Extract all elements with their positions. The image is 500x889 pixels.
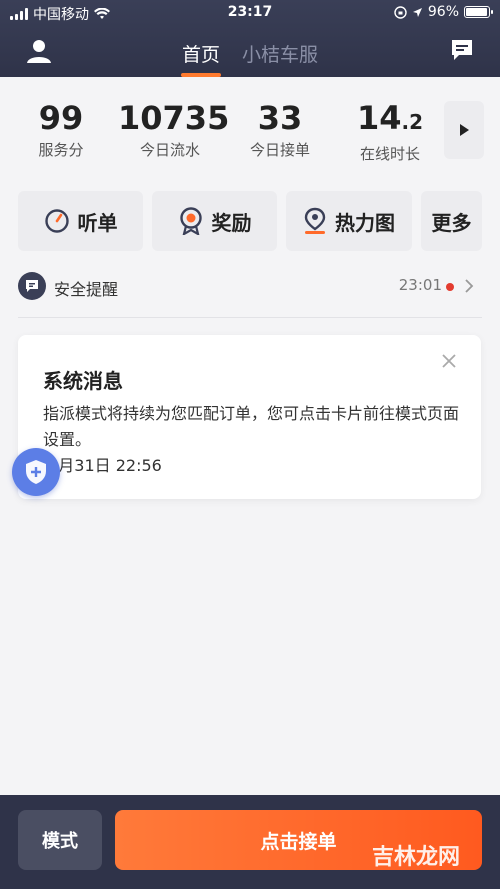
timer-icon	[44, 209, 69, 233]
location-pin-icon	[304, 207, 326, 234]
system-message-card[interactable]: 系统消息 指派模式将持续为您匹配订单，您可点击卡片前往模式页面设置。 月31日 …	[18, 335, 481, 499]
battery-fill	[466, 8, 488, 16]
quick-label: 更多	[431, 210, 472, 235]
quick-rewards-button[interactable]: 奖励	[152, 191, 277, 251]
stat-online-hours[interactable]: 14.2 在线时长	[350, 99, 430, 164]
stat-service-score[interactable]: 99 服务分	[26, 99, 96, 160]
quick-more-button[interactable]: 更多	[421, 191, 482, 251]
header: 中国移动 23:17 96% 首页 小桔车服	[0, 0, 500, 77]
chat-bubble-icon	[18, 272, 46, 300]
safety-shield-button[interactable]	[12, 448, 60, 496]
stat-label: 今日流水	[139, 141, 200, 159]
close-icon[interactable]	[441, 353, 457, 369]
stat-value: 33	[257, 99, 303, 137]
message-icon[interactable]	[450, 38, 474, 62]
quick-label: 奖励	[211, 210, 252, 235]
stat-label: 服务分	[38, 141, 84, 159]
stat-value: 99	[38, 99, 84, 137]
stat-value: 14.2	[356, 99, 424, 137]
medal-icon	[179, 207, 202, 235]
battery-icon	[464, 6, 493, 18]
watermark-text: 吉林龙网	[371, 845, 460, 870]
mode-button[interactable]: 模式	[18, 810, 102, 870]
quick-listen-button[interactable]: 听单	[18, 191, 143, 251]
nav-tabs: 首页 小桔车服	[0, 40, 500, 75]
quick-label: 听单	[77, 210, 118, 235]
bottom-bar: 模式 点击接单 吉林龙网	[0, 795, 500, 889]
location-icon	[412, 7, 422, 17]
status-bar: 中国移动 23:17 96%	[0, 0, 500, 24]
stat-label: 在线时长	[359, 145, 420, 163]
tab-home[interactable]: 首页	[182, 40, 220, 75]
card-body: 指派模式将持续为您匹配订单，您可点击卡片前往模式页面设置。	[43, 404, 460, 449]
orientation-lock-icon	[394, 5, 407, 19]
stat-today-revenue[interactable]: 10735 今日流水	[118, 99, 230, 160]
safety-label: 安全提醒	[54, 280, 119, 299]
battery-percent: 96%	[427, 4, 459, 20]
divider	[18, 317, 482, 318]
unread-dot	[446, 283, 454, 291]
card-title: 系统消息	[43, 369, 123, 393]
stats-expand-button[interactable]	[444, 101, 484, 159]
stat-today-orders[interactable]: 33 今日接单	[240, 99, 320, 160]
play-arrow-icon	[460, 124, 469, 136]
safety-time: 23:01	[398, 276, 442, 294]
safety-reminder-row[interactable]: 安全提醒 23:01	[18, 270, 482, 302]
chevron-right-icon	[465, 279, 474, 293]
quick-label: 热力图	[335, 210, 395, 235]
stat-value: 10735	[118, 99, 230, 137]
tab-car-service[interactable]: 小桔车服	[242, 40, 318, 75]
top-nav: 首页 小桔车服	[0, 30, 500, 76]
card-time: 月31日 22:56	[58, 456, 162, 475]
stat-label: 今日接单	[249, 141, 310, 159]
quick-heatmap-button[interactable]: 热力图	[286, 191, 412, 251]
shield-plus-icon	[26, 460, 46, 484]
stats-panel: 99 服务分 10735 今日流水 33 今日接单 14.2 在线时长	[0, 77, 500, 172]
